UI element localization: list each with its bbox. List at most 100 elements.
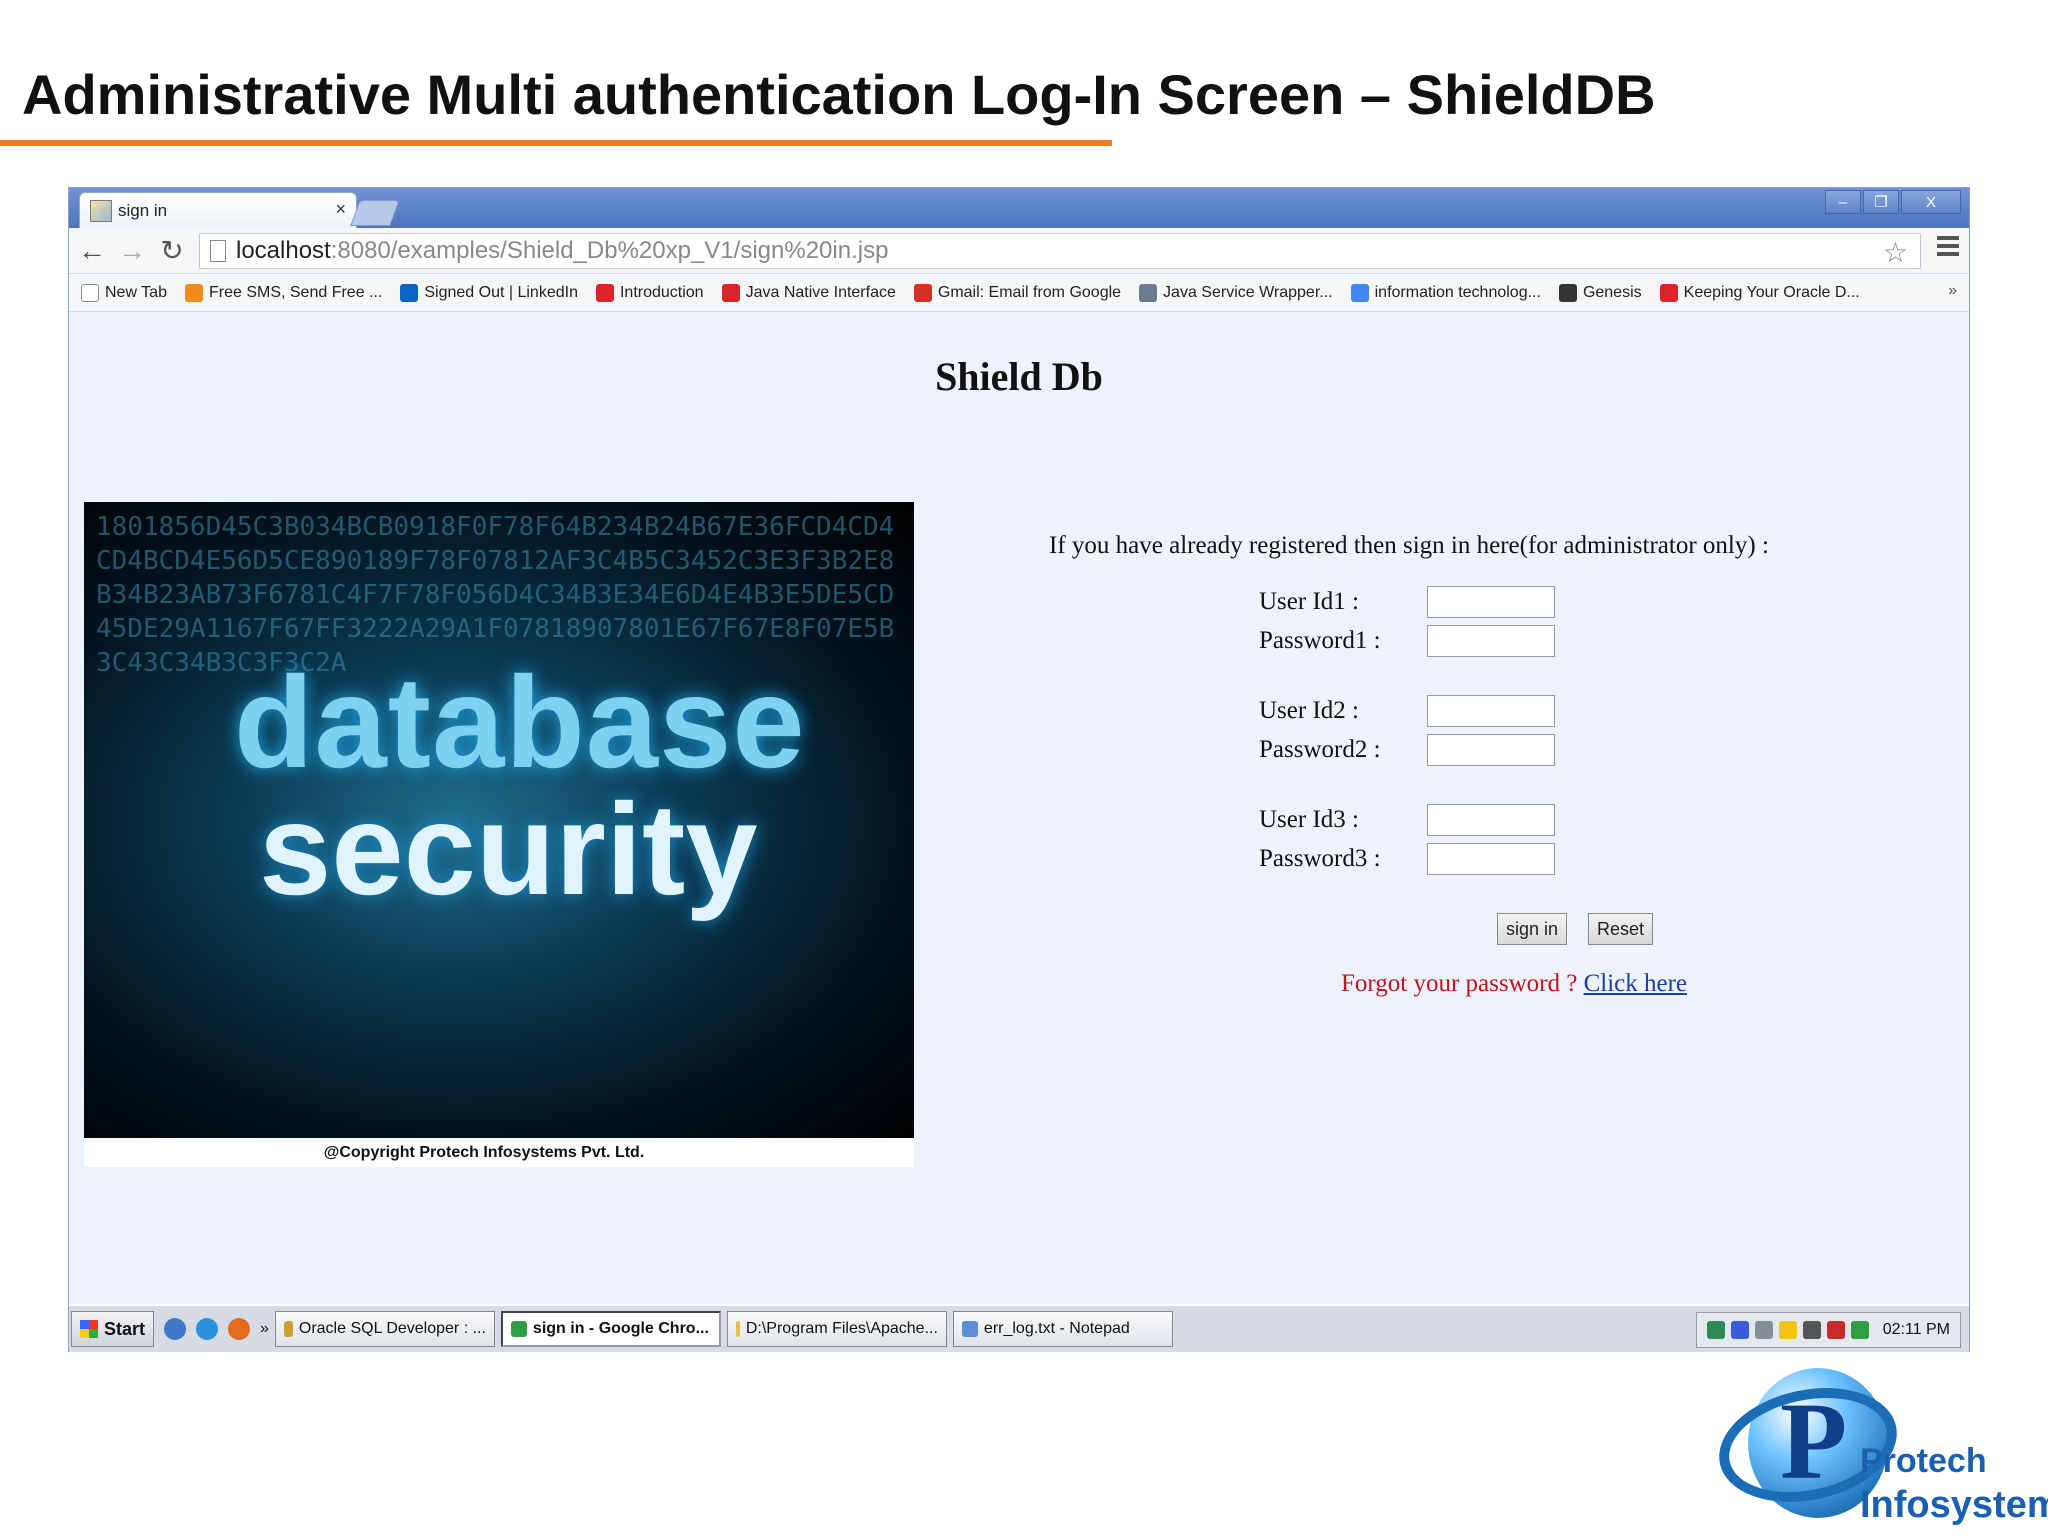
minimize-button[interactable]: –: [1825, 190, 1861, 214]
windows-taskbar: Start » Oracle SQL Developer : ... sign i…: [69, 1304, 1969, 1352]
taskbar-button-label: sign in - Google Chro...: [532, 1320, 709, 1337]
app-icon: [510, 1321, 527, 1337]
slide: Administrative Multi authentication Log-…: [0, 0, 2048, 1536]
app-icon: [283, 1321, 293, 1337]
forward-arrow-icon[interactable]: →: [115, 234, 149, 268]
password2-row: Password2 :: [1259, 734, 1555, 766]
back-arrow-icon[interactable]: ←: [75, 234, 109, 268]
taskbar-button-label: Oracle SQL Developer : ...: [298, 1320, 486, 1337]
monitor-icon[interactable]: [1730, 1321, 1749, 1339]
task-buttons: Oracle SQL Developer : ... sign in - Goog…: [269, 1311, 1173, 1347]
globe-icon: [1139, 283, 1158, 302]
network-icon[interactable]: [1706, 1321, 1725, 1339]
bookmark-label: Java Service Wrapper...: [1163, 283, 1333, 301]
url-host: localhost: [236, 237, 331, 264]
user-id2-input[interactable]: [1427, 695, 1555, 727]
bookmark-item[interactable]: Java Native Interface: [721, 283, 896, 302]
sign-in-intro: If you have already registered then sign…: [1049, 532, 1769, 559]
folder-tray-icon[interactable]: [1778, 1321, 1797, 1339]
favicon-icon: [90, 199, 112, 222]
taskbar-button[interactable]: Oracle SQL Developer : ...: [274, 1311, 495, 1347]
page-heading: Shield Db: [935, 354, 1103, 399]
bookmark-label: Java Native Interface: [745, 283, 896, 301]
logo-text-line2: Infosystems: [1860, 1484, 2048, 1526]
bookmark-item[interactable]: Keeping Your Oracle D...: [1659, 283, 1860, 302]
bookmark-star-icon[interactable]: ☆: [1883, 236, 1908, 269]
quicklaunch-firefox-icon[interactable]: [228, 1318, 251, 1340]
password1-label: Password1 :: [1259, 627, 1381, 654]
update-icon[interactable]: [1850, 1321, 1869, 1339]
bookmark-item[interactable]: Java Service Wrapper...: [1139, 283, 1333, 302]
password2-input[interactable]: [1427, 734, 1555, 766]
user-id1-input[interactable]: [1427, 586, 1555, 618]
close-window-button[interactable]: X: [1901, 190, 1961, 214]
taskbar-button-label: D:\Program Files\Apache...: [745, 1320, 938, 1337]
bookmark-item[interactable]: Free SMS, Send Free ...: [184, 283, 383, 302]
bookmark-label: information technolog...: [1374, 283, 1541, 301]
user-id3-input[interactable]: [1427, 804, 1555, 836]
bookmark-item[interactable]: Genesis: [1558, 283, 1642, 302]
start-label: Start: [104, 1318, 146, 1339]
reset-button[interactable]: Reset: [1588, 913, 1654, 945]
bookmark-label: Gmail: Email from Google: [937, 283, 1122, 301]
clock: 02:11 PM: [1882, 1321, 1950, 1338]
password3-label: Password3 :: [1259, 845, 1381, 872]
tab-title: sign in: [118, 200, 168, 220]
close-tab-icon[interactable]: ×: [335, 199, 346, 220]
hero-text-line2: security: [259, 776, 758, 922]
volume-icon[interactable]: [1802, 1321, 1821, 1339]
click-here-link[interactable]: Click here: [1584, 970, 1687, 997]
quicklaunch-overflow-icon[interactable]: »: [260, 1320, 269, 1338]
quicklaunch-ie-icon[interactable]: [196, 1318, 219, 1340]
bookmarks-overflow-icon[interactable]: »: [1948, 282, 1957, 300]
user-id3-row: User Id3 :: [1259, 804, 1555, 836]
taskbar-button[interactable]: err_log.txt - Notepad: [952, 1311, 1173, 1347]
sign-in-button[interactable]: sign in: [1497, 913, 1568, 945]
oracle-icon: [721, 283, 740, 302]
title-underline: [0, 140, 1112, 146]
forgot-password-line: Forgot your password ? Click here: [1341, 970, 1687, 998]
address-bar[interactable]: localhost:8080/examples/Shield_Db%20xp_V…: [199, 233, 1921, 269]
tab-sign-in[interactable]: sign in ×: [79, 192, 357, 228]
system-tray: 02:11 PM: [1695, 1312, 1961, 1348]
password1-input[interactable]: [1427, 625, 1555, 657]
bookmark-label: Free SMS, Send Free ...: [208, 283, 383, 301]
taskbar-button[interactable]: sign in - Google Chro...: [500, 1311, 721, 1347]
oracle-icon: [1659, 283, 1678, 302]
quicklaunch-desktop-icon[interactable]: [164, 1318, 187, 1340]
windows-logo-icon: [80, 1320, 98, 1338]
taskbar-button[interactable]: D:\Program Files\Apache...: [726, 1311, 947, 1347]
copyright-caption: @Copyright Protech Infosystems Pvt. Ltd.: [84, 1138, 914, 1167]
restore-button[interactable]: ❐: [1863, 190, 1899, 214]
security-tray-icon[interactable]: [1826, 1321, 1845, 1339]
password2-label: Password2 :: [1259, 736, 1381, 763]
genesis-icon: [1558, 283, 1577, 302]
browser-window: sign in × – ❐ X ← → ↻ localhost:8080/exa…: [68, 187, 1970, 1352]
slide-title: Administrative Multi authentication Log-…: [22, 63, 1656, 126]
start-button[interactable]: Start: [71, 1311, 155, 1347]
bookmark-item[interactable]: New Tab: [81, 283, 167, 302]
password3-input[interactable]: [1427, 843, 1555, 875]
bookmarks-bar: New Tab Free SMS, Send Free ... Signed Out…: [69, 274, 1969, 312]
new-tab-button[interactable]: [350, 200, 400, 226]
sms-icon: [184, 283, 203, 302]
logo-letter: P: [1780, 1380, 1848, 1502]
forgot-password-text: Forgot your password ?: [1341, 970, 1578, 997]
password3-row: Password3 :: [1259, 843, 1555, 875]
bookmark-item[interactable]: Gmail: Email from Google: [913, 283, 1122, 302]
reload-icon[interactable]: ↻: [155, 234, 189, 268]
database-security-image: 1801856D45C3B034BCB0918F0F78F64B234B24B6…: [84, 502, 914, 1167]
device-icon[interactable]: [1754, 1321, 1773, 1339]
url-path: :8080/examples/Shield_Db%20xp_V1/sign%20…: [330, 237, 889, 264]
taskbar-button-label: err_log.txt - Notepad: [983, 1320, 1130, 1337]
page-icon: [81, 283, 99, 302]
protech-logo: P Protech Infosystems: [1708, 1360, 2048, 1536]
bookmark-label: Introduction: [619, 283, 704, 301]
bookmark-item[interactable]: Signed Out | LinkedIn: [400, 283, 578, 302]
app-icon: [735, 1321, 740, 1337]
menu-icon[interactable]: [1937, 236, 1959, 256]
bookmark-item[interactable]: information technolog...: [1350, 283, 1541, 302]
bookmark-item[interactable]: Introduction: [595, 283, 704, 302]
user-id2-label: User Id2 :: [1259, 697, 1359, 724]
bookmark-label: Signed Out | LinkedIn: [424, 283, 578, 301]
